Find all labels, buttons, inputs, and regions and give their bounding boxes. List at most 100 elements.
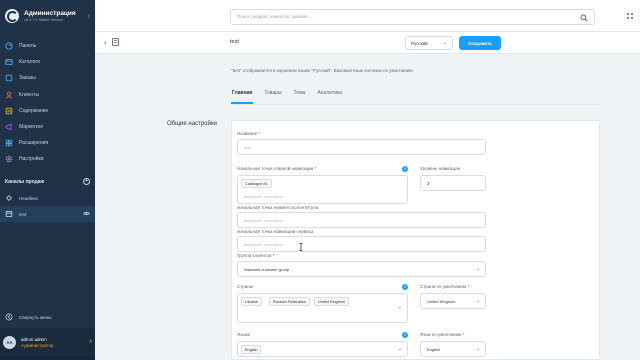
sidebar-item-catalog[interactable]: Каталоги (0, 54, 95, 70)
extensions-icon (5, 139, 13, 147)
countries-field[interactable]: Ukraine Russian Federation United Kingdo… (237, 293, 408, 323)
section-title: Общие настройки (167, 121, 217, 127)
eye-icon[interactable] (82, 211, 91, 218)
chevron-down-icon: ⌄ (397, 304, 402, 310)
shopware-logo-icon (5, 9, 19, 23)
country-chip[interactable]: Russian Federation (269, 297, 310, 306)
tab-products[interactable]: Товары (263, 87, 282, 104)
dashboard-icon (5, 42, 13, 50)
tab-general[interactable]: Главная (231, 87, 254, 104)
help-icon[interactable]: ? (402, 166, 408, 172)
help-icon[interactable]: ? (402, 284, 408, 290)
nav-entry-field[interactable]: Catalogue #1 Выберите категорию... (237, 175, 408, 204)
name-label: Название * (237, 131, 261, 136)
brand: Администрация v6.4.7.0 Stable Version › (0, 0, 95, 32)
sidebar: Администрация v6.4.7.0 Stable Version › … (0, 0, 95, 360)
user-role: Администратор (21, 342, 54, 348)
service-entry-field[interactable]: Выберите категорию... (237, 236, 486, 252)
sidebar-item-customers[interactable]: Клиенты (0, 87, 95, 103)
default-language-value: English (427, 347, 441, 352)
language-select[interactable]: Русский ⌄ (405, 36, 453, 50)
chevron-down-icon: ⌄ (397, 346, 402, 352)
sidebar-item-content[interactable]: Содержание (0, 103, 95, 119)
customers-icon (5, 91, 13, 99)
chevron-down-icon: ⌄ (475, 346, 480, 352)
chevron-right-icon[interactable]: › (88, 13, 90, 20)
tabs-divider (231, 104, 600, 105)
main-nav: Панель Каталоги Заказы Клиенты Содержани… (0, 38, 95, 168)
collapse-label: Свернуть меню (19, 314, 52, 320)
footer-entry-label: Начальная точка нижнего колонтитула (237, 205, 319, 210)
general-settings-card: Название * test Начальная точка главной … (231, 120, 600, 360)
nav-depth-value: 3 (427, 181, 430, 186)
top-bar: Поиск товаров, клиентов, заказов... (95, 0, 640, 32)
language-chip[interactable]: English (241, 345, 262, 354)
nav-entry-label: Начальная точка главной навигации * (237, 166, 317, 171)
back-arrow-icon[interactable]: ‹ (104, 38, 107, 47)
sales-channel-icon (112, 38, 119, 46)
nav-entry-chip[interactable]: Catalogue #1 (241, 179, 272, 188)
chevron-up-icon[interactable]: ˄ (89, 339, 92, 345)
default-language-label: Язык по умолчанию * (420, 332, 465, 337)
sidebar-channel-headless[interactable]: Headless (0, 190, 95, 206)
nav-entry-placeholder: Выберите категорию... (244, 194, 286, 199)
search-icon[interactable] (580, 14, 588, 22)
chevron-down-icon: ⌄ (475, 298, 480, 304)
sidebar-channel-test[interactable]: test (0, 206, 95, 222)
content-icon (5, 107, 13, 115)
name-placeholder: test (244, 145, 251, 150)
storefront-icon (5, 210, 13, 218)
avatar: AA (3, 335, 16, 349)
country-chip[interactable]: Ukraine (241, 297, 263, 306)
sidebar-item-extensions[interactable]: Расширения (0, 135, 95, 151)
user-panel[interactable]: AA admin admin Администратор ˄ (0, 328, 95, 356)
more-options-icon[interactable] (625, 11, 635, 21)
sidebar-item-label: Настройки (19, 156, 44, 163)
languages-field[interactable]: English ⌄ (237, 341, 408, 357)
save-button[interactable]: Сохранить (459, 36, 501, 50)
sidebar-item-marketing[interactable]: Маркетинг (0, 119, 95, 135)
user-name: admin admin (21, 336, 47, 342)
search-input[interactable]: Поиск товаров, клиентов, заказов... (230, 9, 595, 25)
marketing-icon (5, 123, 13, 131)
sidebar-item-label: Заказы (19, 75, 36, 82)
sales-channels-title: Каналы продаж (5, 178, 45, 185)
name-field[interactable]: test (237, 139, 486, 155)
default-country-select[interactable]: United Kingdom ⌄ (420, 293, 486, 309)
headless-icon (5, 194, 13, 202)
customer-group-value: Standard customer group (244, 267, 290, 272)
sidebar-item-label: Каталоги (19, 59, 40, 66)
catalog-icon (5, 58, 13, 66)
collapse-menu-button[interactable]: Свернуть меню (5, 313, 51, 321)
sidebar-item-label: Панель (19, 43, 37, 50)
sidebar-footer-strip (0, 356, 95, 360)
app-title: Администрация (24, 10, 76, 17)
default-country-label: Страна по умолчанию * (420, 284, 470, 289)
footer-entry-field[interactable]: Выберите категорию... (237, 212, 486, 228)
help-icon[interactable]: ? (402, 332, 408, 338)
service-entry-placeholder: Выберите категорию... (244, 242, 286, 247)
nav-depth-label: Уровень навигации (420, 166, 461, 171)
sidebar-item-dashboard[interactable]: Панель (0, 38, 95, 54)
customer-group-select[interactable]: Standard customer group ⌄ (237, 261, 486, 277)
country-chip[interactable]: United Kingdom (314, 297, 350, 306)
sidebar-item-label: Клиенты (19, 91, 40, 98)
sidebar-item-label: Содержание (19, 107, 49, 114)
tab-theme[interactable]: Тема (293, 87, 307, 104)
orders-icon (5, 74, 13, 82)
gear-icon (5, 155, 13, 163)
tabs: Главная Товары Тема Аналитика (231, 87, 353, 104)
text-cursor-icon (299, 243, 303, 251)
tab-analytics[interactable]: Аналитика (316, 87, 343, 104)
page-title: test (230, 39, 239, 45)
nav-depth-field[interactable]: 3 (420, 175, 486, 191)
main-content: "test" отображается в корневом языке "Ру… (95, 54, 640, 360)
add-channel-icon[interactable]: + (83, 178, 90, 185)
sidebar-item-settings[interactable]: Настройки (0, 151, 95, 167)
search-placeholder: Поиск товаров, клиентов, заказов... (237, 14, 312, 19)
app-version: v6.4.7.0 Stable Version (24, 18, 64, 22)
sidebar-item-orders[interactable]: Заказы (0, 70, 95, 86)
chevron-down-icon: ⌄ (442, 40, 447, 46)
default-language-select[interactable]: English ⌄ (420, 341, 486, 357)
countries-label: Страны (237, 284, 254, 289)
